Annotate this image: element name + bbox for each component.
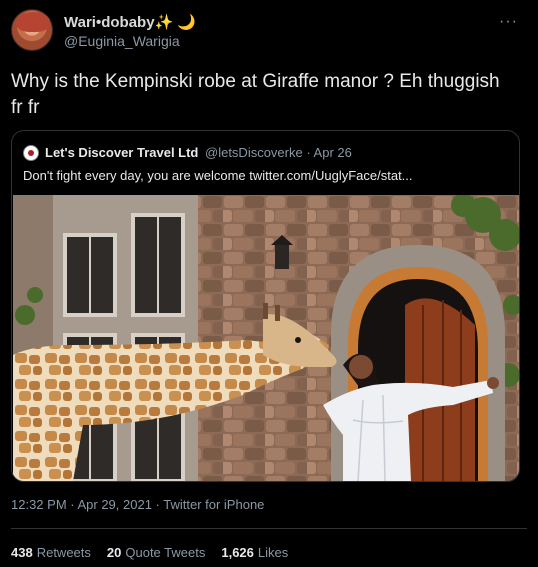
moon-icon: 🌙 [177, 14, 197, 31]
avatar-hair [16, 12, 50, 32]
author-display-name: Wari•dobaby [64, 14, 155, 31]
quote-tweets-label: Quote Tweets [125, 545, 206, 560]
avatar[interactable] [11, 9, 53, 51]
retweets-count: 438 [11, 545, 33, 560]
quoted-text: Don't fight every day, you are welcome t… [23, 168, 413, 183]
likes-count: 1,626 [221, 545, 254, 560]
quoted-avatar [23, 145, 39, 161]
quoted-tweet[interactable]: Let's Discover Travel Ltd @letsDiscoverk… [11, 130, 520, 482]
author-handle[interactable]: @Euginia_Warigia [64, 33, 180, 49]
sparkle-icon: ✨ [154, 14, 174, 31]
tweet: Wari•dobaby✨ 🌙 @Euginia_Warigia ··· Why … [0, 0, 538, 567]
divider [11, 528, 527, 529]
quoted-handle-date: @letsDiscoverke · Apr 26 [205, 145, 352, 160]
retweets-stat[interactable]: 438 Retweets [11, 545, 91, 560]
retweets-label: Retweets [36, 545, 91, 560]
more-options-icon[interactable]: ··· [499, 13, 518, 31]
tweet-timestamp[interactable]: 12:32 PM · Apr 29, 2021 · Twitter for iP… [11, 497, 264, 512]
quoted-display-name: Let's Discover Travel Ltd [45, 145, 199, 160]
tweet-text: Why is the Kempinski robe at Giraffe man… [11, 71, 500, 118]
giraffe-manor-photo [13, 195, 519, 481]
quoted-photo[interactable] [13, 195, 519, 481]
author-name[interactable]: Wari•dobaby✨ 🌙 [64, 13, 196, 31]
quote-tweets-count: 20 [106, 545, 122, 560]
likes-label: Likes [257, 545, 289, 560]
quote-tweets-stat[interactable]: 20 Quote Tweets [107, 545, 205, 560]
engagement-stats: 438 Retweets 20 Quote Tweets 1,626 Likes [11, 545, 288, 560]
likes-stat[interactable]: 1,626 Likes [221, 545, 288, 560]
